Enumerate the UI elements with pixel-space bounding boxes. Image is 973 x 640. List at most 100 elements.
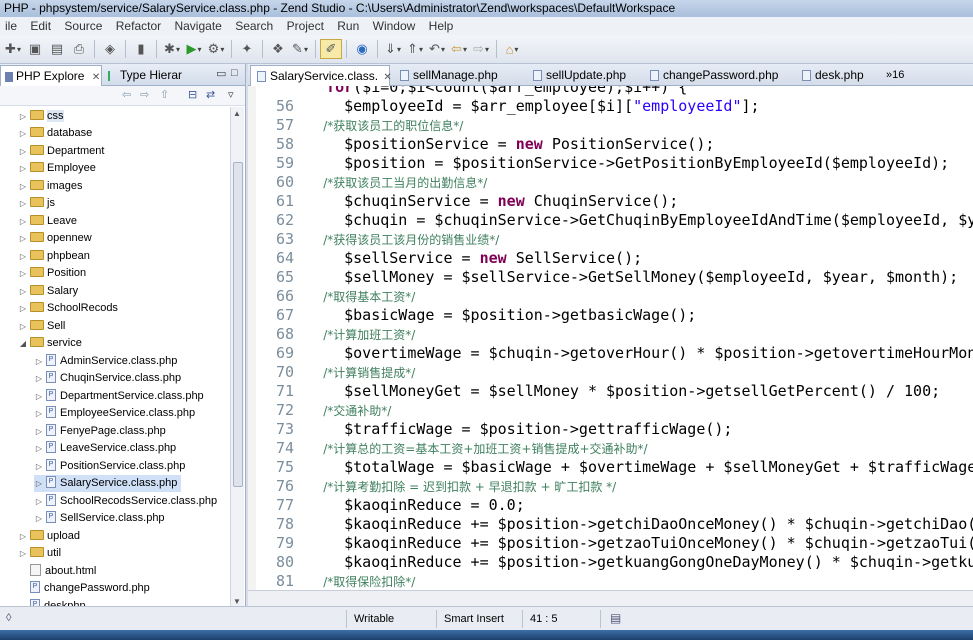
expand-arrow-icon[interactable]: ▷ [34,440,44,457]
code-line[interactable]: 77 $kaoqinReduce = 0.0; [256,496,525,515]
tree-item-opennew[interactable]: ▷ opennew [18,230,92,247]
save-icon[interactable]: ▣ [24,39,46,59]
expand-arrow-icon[interactable]: ▷ [18,283,28,300]
forward-icon[interactable]: ⇨ [140,88,149,101]
expand-arrow-icon[interactable]: ▷ [34,458,44,475]
expand-arrow-icon[interactable]: ▷ [34,423,44,440]
tree-item-service[interactable]: ◢ service [18,335,82,352]
tree-item-salaryservice[interactable]: ▷ P SalaryService.class.php [34,475,182,492]
tree-item-employeeservice[interactable]: ▷ P EmployeeService.class.php [34,405,195,422]
close-icon[interactable]: ✕ [92,72,100,83]
forward-icon[interactable]: ⇨ [470,39,492,59]
tree-item-sellservice[interactable]: ▷ P SellService.class.php [34,510,165,527]
tree-item-upload[interactable]: ▷ upload [18,528,80,545]
wizard-icon[interactable]: ✎ [289,39,311,59]
code-line[interactable]: 81 /*取得保险扣除*/ [256,572,415,590]
tree-item-position[interactable]: ▷ Position [18,265,86,282]
code-line[interactable]: 67 $basicWage = $position->getbasicWage(… [256,306,696,325]
code-line[interactable]: 58 $positionService = new PositionServic… [256,135,714,154]
code-line[interactable]: 75 $totalWage = $basicWage + $overtimeWa… [256,458,973,477]
scroll-down-icon[interactable]: ▼ [233,597,241,606]
menu-file[interactable]: ile [0,17,22,35]
save-all-icon[interactable]: ▤ [46,39,68,59]
perspective-icon[interactable]: ⌂ [501,39,523,59]
tab-type-hierarchy[interactable]: Type Hierar [104,65,199,86]
code-line[interactable]: 66 /*取得基本工资*/ [256,287,415,306]
menu-search[interactable]: Search [230,17,278,35]
menu-refactor[interactable]: Refactor [111,17,166,35]
expand-arrow-icon[interactable]: ▷ [18,300,28,317]
code-line[interactable]: 71 $sellMoneyGet = $sellMoney * $positio… [256,382,940,401]
expand-arrow-icon[interactable]: ▷ [18,125,28,142]
code-line[interactable]: for($i=0;$i<count($arr_employee);$i++) { [256,86,687,97]
code-line[interactable]: 74 /*计算总的工资=基本工资+加班工资+销售提成+交通补助*/ [256,439,648,458]
tree-item-fenyepage[interactable]: ▷ P FenyePage.class.php [34,423,166,440]
code-line[interactable]: 59 $position = $positionService->GetPosi… [256,154,949,173]
tree-item-database[interactable]: ▷ database [18,125,92,142]
mark-occurrences-icon[interactable]: ✐ [320,39,342,59]
code-line[interactable]: 73 $trafficWage = $position->gettrafficW… [256,420,733,439]
code-line[interactable]: 68 /*计算加班工资*/ [256,325,415,344]
expand-arrow-icon[interactable]: ▷ [18,108,28,125]
tree-item-employee[interactable]: ▷ Employee [18,160,96,177]
expand-arrow-icon[interactable]: ▷ [18,528,28,545]
tree-item-changepassword[interactable]: PchangePassword.php [28,580,150,597]
code-line[interactable]: 80 $kaoqinReduce += $position->getkuangG… [256,553,973,572]
menu-window[interactable]: Window [368,17,421,35]
code-line[interactable]: 63 /*获得该员工该月份的销售业绩*/ [256,230,499,249]
expand-arrow-icon[interactable]: ▷ [18,160,28,177]
external-tools-icon[interactable]: ⚙ [205,39,227,59]
up-icon[interactable]: ⇧ [160,88,169,101]
code-line[interactable]: 79 $kaoqinReduce += $position->getzaoTui… [256,534,973,553]
open-folder-icon[interactable]: ▮ [130,39,152,59]
scrollbar-thumb[interactable] [233,162,243,487]
editor-horizontal-scrollbar[interactable] [248,590,973,606]
maximize-icon[interactable]: □ [231,67,238,79]
explorer-scrollbar[interactable]: ▲ ▼ [230,107,244,610]
memory-icon[interactable]: ▤ [610,611,621,625]
code-line[interactable]: 72 /*交通补助*/ [256,401,391,420]
more-tabs-button[interactable]: »16 [884,65,924,86]
expand-arrow-icon[interactable]: ▷ [34,493,44,510]
close-icon[interactable]: ✕ [383,72,391,83]
expand-arrow-icon[interactable]: ▷ [18,265,28,282]
php-project-icon[interactable]: ❖ [267,39,289,59]
tree-item-adminservice[interactable]: ▷ P AdminService.class.php [34,353,177,370]
expand-arrow-icon[interactable]: ▷ [34,353,44,370]
expand-arrow-icon[interactable]: ▷ [18,545,28,562]
print-icon[interactable]: ⎙ [68,39,90,59]
tree-item-salary[interactable]: ▷ Salary [18,283,78,300]
code-line[interactable]: 61 $chuqinService = new ChuqinService(); [256,192,678,211]
expand-arrow-icon[interactable]: ▷ [18,248,28,265]
tree-item-js[interactable]: ▷ js [18,195,55,212]
globe-icon[interactable]: ◉ [351,39,373,59]
run-icon[interactable]: ▶ [183,39,205,59]
tree-item-phpbean[interactable]: ▷ phpbean [18,248,90,265]
tree-item-images[interactable]: ▷ images [18,178,83,195]
debug-icon[interactable]: ✱ [161,39,183,59]
last-edit-location-icon[interactable]: ↶ [426,39,448,59]
back-icon[interactable]: ⇦ [122,88,131,101]
tab-desk[interactable]: desk.php [796,65,882,86]
scroll-up-icon[interactable]: ▲ [233,109,241,118]
expand-arrow-icon[interactable]: ▷ [18,230,28,247]
expand-arrow-icon[interactable]: ▷ [34,370,44,387]
link-editor-icon[interactable]: ⇄ [206,88,215,101]
tree-item-css[interactable]: ▷ css [18,108,64,125]
expand-arrow-icon[interactable]: ▷ [34,405,44,422]
tree-item-schoolrecods[interactable]: ▷ SchoolRecods [18,300,118,317]
previous-annotation-icon[interactable]: ⇑ [404,39,426,59]
tree-item-department[interactable]: ▷ Department [18,143,105,160]
profile-icon[interactable]: ✦ [236,39,258,59]
tab-changepassword[interactable]: changePassword.php [644,65,794,86]
tree-item-leaveservice[interactable]: ▷ P LeaveService.class.php [34,440,176,457]
collapse-all-icon[interactable]: ⊟ [188,88,197,101]
code-line[interactable]: 57 /*获取该员工的职位信息*/ [256,116,463,135]
expand-arrow-icon[interactable]: ▷ [34,388,44,405]
code-line[interactable]: 65 $sellMoney = $sellService->GetSellMon… [256,268,958,287]
menu-edit[interactable]: Edit [25,17,56,35]
next-annotation-icon[interactable]: ⇓ [382,39,404,59]
tree-item-about-html[interactable]: about.html [28,563,96,580]
code-editor[interactable]: for($i=0;$i<count($arr_employee);$i++) {… [248,86,973,590]
expand-arrow-icon[interactable]: ▷ [34,510,44,527]
